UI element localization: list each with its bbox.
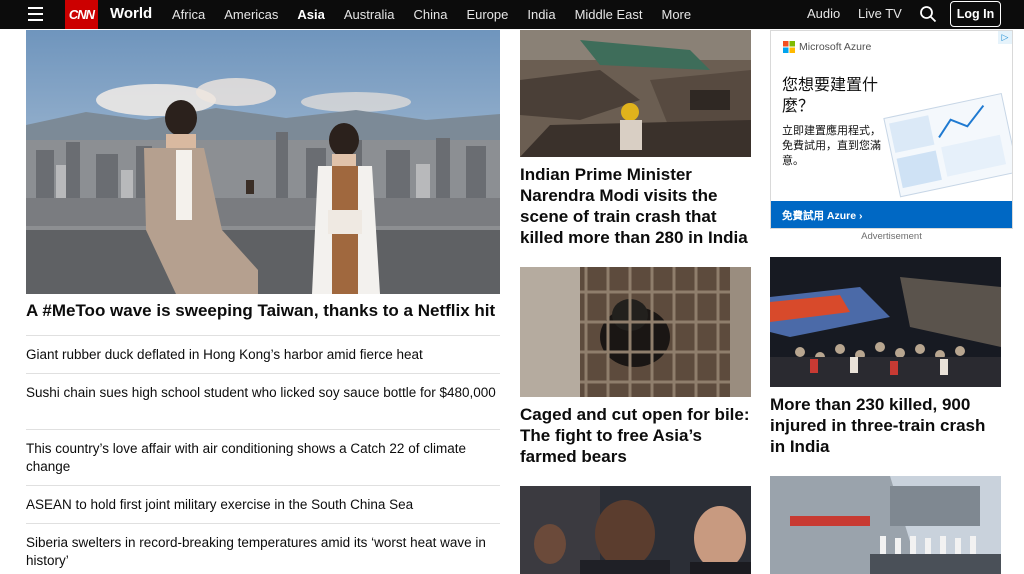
microsoft-logo-icon bbox=[783, 41, 795, 53]
story-list: Giant rubber duck deflated in Hong Kong’… bbox=[26, 335, 500, 574]
hero-headline[interactable]: A #MeToo wave is sweeping Taiwan, thanks… bbox=[26, 300, 500, 322]
nav-link-china[interactable]: China bbox=[413, 7, 447, 22]
list-item[interactable]: ASEAN to hold first joint military exerc… bbox=[26, 485, 500, 523]
three-train-crash-image[interactable] bbox=[770, 257, 1001, 387]
ad-choices-icon[interactable]: ▷ bbox=[998, 31, 1012, 44]
ad-brand: Microsoft Azure bbox=[783, 41, 871, 53]
advertisement[interactable]: Microsoft Azure 您想要建置什麼？ 立即建置應用程式，免費試用，直… bbox=[770, 30, 1013, 229]
nav-link-more[interactable]: More bbox=[661, 7, 691, 22]
audio-link[interactable]: Audio bbox=[807, 6, 840, 21]
hero-image[interactable] bbox=[26, 30, 500, 294]
nav-link-americas[interactable]: Americas bbox=[224, 7, 278, 22]
login-button[interactable]: Log In bbox=[950, 1, 1001, 27]
train-crash-image[interactable] bbox=[520, 30, 751, 157]
mid-headline-1[interactable]: Indian Prime Minister Narendra Modi visi… bbox=[520, 164, 754, 248]
nav-link-india[interactable]: India bbox=[527, 7, 555, 22]
defense-secretary-image[interactable] bbox=[520, 486, 751, 574]
bear-cage-image[interactable] bbox=[520, 267, 751, 397]
ad-heading: 您想要建置什麼？ bbox=[782, 77, 879, 115]
dashboard-illustration-icon bbox=[883, 92, 1012, 198]
section-title[interactable]: World bbox=[110, 5, 152, 22]
nav-link-europe[interactable]: Europe bbox=[466, 7, 508, 22]
nav-link-asia[interactable]: Asia bbox=[297, 7, 324, 22]
ad-brand-name: Microsoft Azure bbox=[799, 41, 872, 53]
cnn-logo[interactable]: CNN bbox=[65, 0, 98, 29]
live-tv-link[interactable]: Live TV bbox=[858, 6, 902, 21]
nav-links: Africa Americas Asia Australia China Eur… bbox=[172, 0, 710, 29]
menu-icon[interactable] bbox=[28, 7, 43, 21]
nav-link-middle-east[interactable]: Middle East bbox=[575, 7, 643, 22]
top-nav: CNN World Africa Americas Asia Australia… bbox=[0, 0, 1024, 29]
ad-cta[interactable]: 免費試用 Azure › bbox=[771, 201, 1012, 228]
list-item[interactable]: This country’s love affair with air cond… bbox=[26, 429, 500, 485]
list-item[interactable]: Siberia swelters in record-breaking temp… bbox=[26, 523, 500, 574]
mid-headline-2[interactable]: Caged and cut open for bile: The fight t… bbox=[520, 404, 754, 467]
list-item[interactable]: Giant rubber duck deflated in Hong Kong’… bbox=[26, 335, 500, 373]
ad-label: Advertisement bbox=[861, 231, 922, 242]
list-item[interactable]: Sushi chain sues high school student who… bbox=[26, 373, 500, 429]
naval-ship-image[interactable] bbox=[770, 476, 1001, 574]
right-headline-1[interactable]: More than 230 killed, 900 injured in thr… bbox=[770, 394, 1002, 457]
ad-body: 立即建置應用程式，免費試用，直到您滿意。 bbox=[782, 125, 881, 167]
nav-link-australia[interactable]: Australia bbox=[344, 7, 395, 22]
nav-link-africa[interactable]: Africa bbox=[172, 7, 205, 22]
search-icon[interactable] bbox=[919, 5, 937, 23]
